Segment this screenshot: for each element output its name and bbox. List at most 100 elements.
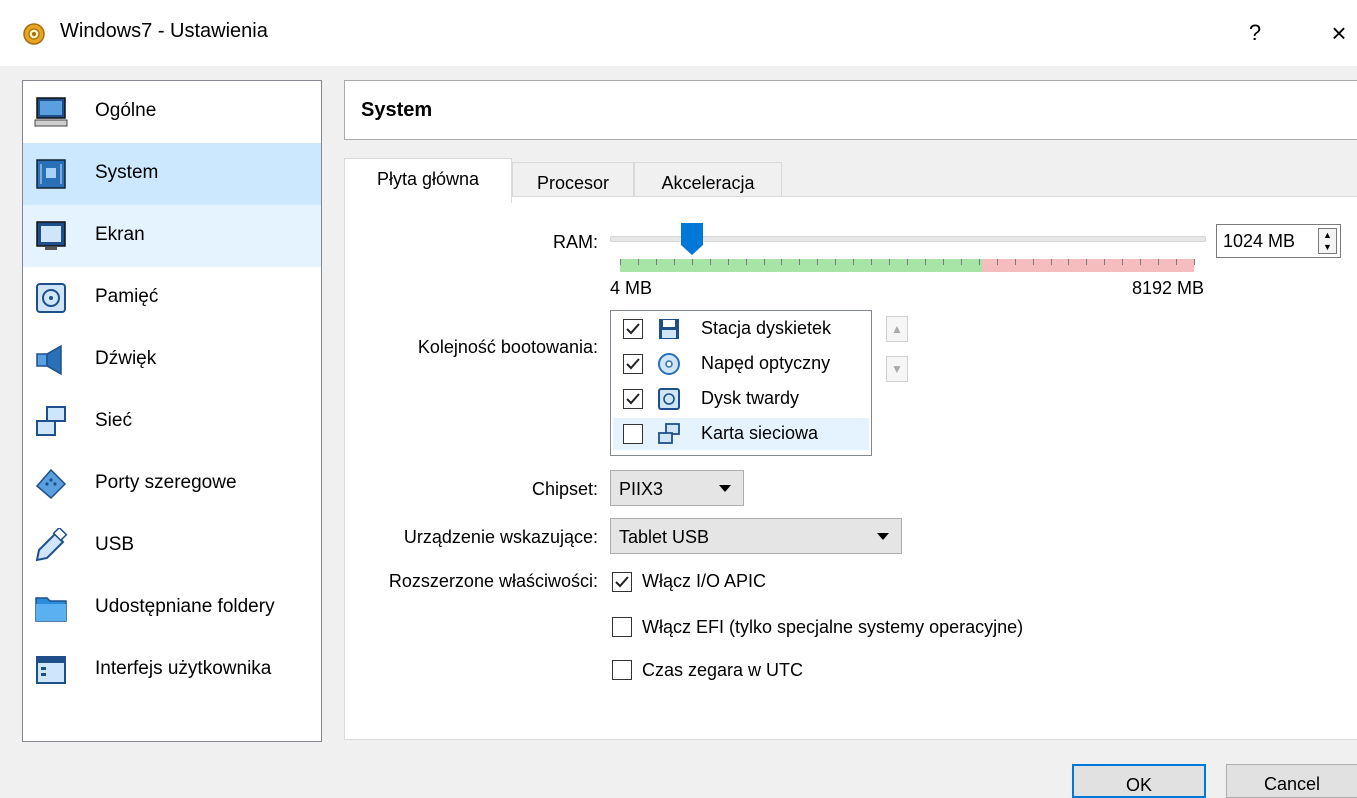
- chipset-combo[interactable]: PIIX3: [610, 470, 744, 506]
- boot-checkbox-network[interactable]: [623, 424, 643, 444]
- pointing-device-label: Urządzenie wskazujące:: [403, 527, 598, 547]
- ok-label: OK: [1125, 775, 1152, 795]
- sidebar-item-usb[interactable]: USB: [23, 515, 321, 577]
- close-button[interactable]: ×: [1322, 16, 1356, 50]
- move-up-button[interactable]: ▲: [886, 316, 908, 342]
- ram-tick: [979, 259, 980, 265]
- utc-clock-checkbox[interactable]: [612, 660, 632, 680]
- spin-up-icon[interactable]: ▲: [1319, 229, 1336, 241]
- ram-tick: [1086, 259, 1087, 265]
- boot-item-label: Napęd optyczny: [701, 353, 831, 373]
- ram-tick: [674, 259, 675, 265]
- chevron-down-icon: [719, 485, 731, 492]
- tab-label: Procesor: [536, 173, 610, 193]
- boot-item-floppy[interactable]: Stacja dyskietek: [613, 313, 869, 345]
- sidebar-item-label: Ogólne: [95, 100, 157, 121]
- sidebar-item-general[interactable]: Ogólne: [23, 81, 321, 143]
- sidebar-item-network[interactable]: Sieć: [23, 391, 321, 453]
- ram-tick: [1015, 259, 1016, 265]
- boot-checkbox-optical[interactable]: [623, 354, 643, 374]
- boot-checkbox-floppy[interactable]: [623, 319, 643, 339]
- cancel-label: Cancel: [1263, 774, 1321, 794]
- ram-max-label: 8192 MB: [1131, 278, 1204, 298]
- boot-item-label: Dysk twardy: [701, 388, 800, 408]
- display-icon: [36, 221, 66, 250]
- boot-item-optical[interactable]: Napęd optyczny: [613, 348, 869, 380]
- ram-tick: [817, 259, 818, 265]
- sidebar-item-audio[interactable]: Dźwięk: [23, 329, 321, 391]
- sidebar-item-label: Ekran: [95, 224, 145, 245]
- ram-label: RAM:: [553, 232, 598, 252]
- boot-checkbox-hard-disk[interactable]: [623, 389, 643, 409]
- boot-order-label: Kolejność bootowania:: [417, 337, 598, 357]
- sidebar-item-serial-ports[interactable]: Porty szeregowe: [23, 453, 321, 515]
- ram-tick: [943, 259, 944, 265]
- ram-tick: [620, 259, 621, 265]
- io-apic-label[interactable]: Włącz I/O APIC: [642, 571, 766, 592]
- tab-label: Płyta główna: [376, 169, 480, 189]
- optical-disc-icon: [658, 353, 680, 375]
- motherboard-icon: [36, 159, 66, 189]
- ram-spinbox[interactable]: 1024 MB ▲ ▼: [1216, 224, 1341, 258]
- ram-tick: [692, 259, 693, 265]
- ram-tick: [961, 259, 962, 265]
- tab-motherboard[interactable]: Płyta główna: [344, 158, 512, 203]
- cancel-button[interactable]: Cancel: [1226, 764, 1357, 798]
- hard-disk-icon: [36, 283, 66, 313]
- io-apic-checkbox[interactable]: [612, 572, 632, 592]
- ram-tick: [1051, 259, 1052, 265]
- speaker-icon: [36, 344, 62, 376]
- ram-tick: [1140, 259, 1141, 265]
- help-button[interactable]: ?: [1238, 16, 1272, 50]
- ram-tick: [764, 259, 765, 265]
- serial-port-icon: [35, 468, 67, 500]
- sidebar-item-system[interactable]: System: [23, 143, 321, 205]
- ram-tick: [835, 259, 836, 265]
- ram-tick: [656, 259, 657, 265]
- sidebar-item-user-interface[interactable]: Interfejs użytkownika: [23, 639, 321, 701]
- ram-slider-thumb[interactable]: [680, 222, 704, 256]
- network-card-icon: [658, 423, 680, 444]
- ram-tick: [710, 259, 711, 265]
- extended-features-label: Rozszerzone właściwości:: [388, 571, 598, 591]
- boot-order-list: Stacja dyskietek Napęd optyczny Dysk twa…: [610, 310, 872, 456]
- ram-value: 1024 MB: [1223, 231, 1296, 251]
- page-title: System: [361, 99, 433, 121]
- sidebar-item-storage[interactable]: Pamięć: [23, 267, 321, 329]
- move-down-button[interactable]: ▼: [886, 356, 908, 382]
- efi-label[interactable]: Włącz EFI (tylko specjalne systemy opera…: [642, 617, 1023, 638]
- floppy-icon: [659, 319, 679, 339]
- pointing-device-combo[interactable]: Tablet USB: [610, 518, 902, 554]
- ram-tick: [1068, 259, 1069, 265]
- title-bar: Windows7 - Ustawienia ? ×: [0, 0, 1357, 66]
- tab-panel: [344, 196, 1357, 740]
- hard-disk-icon: [658, 388, 680, 410]
- ram-tick: [871, 259, 872, 265]
- sidebar-item-label: USB: [95, 534, 135, 555]
- sidebar-item-shared-folders[interactable]: Udostępniane foldery: [23, 577, 321, 639]
- section-header: System: [344, 80, 1357, 140]
- boot-item-hard-disk[interactable]: Dysk twardy: [613, 383, 869, 415]
- spin-down-icon[interactable]: ▼: [1319, 241, 1336, 253]
- ram-warning-range: [982, 259, 1194, 272]
- ram-tick: [799, 259, 800, 265]
- ram-tick: [925, 259, 926, 265]
- boot-item-network[interactable]: Karta sieciowa: [613, 418, 869, 450]
- network-icon: [36, 406, 66, 436]
- sidebar-item-label: Interfejs użytkownika: [95, 658, 272, 679]
- ram-min-label: 4 MB: [610, 278, 653, 298]
- ram-tick: [889, 259, 890, 265]
- sidebar-item-display[interactable]: Ekran: [23, 205, 321, 267]
- ok-button[interactable]: OK: [1072, 764, 1206, 798]
- ram-tick: [1104, 259, 1105, 265]
- window-title: Windows7 - Ustawienia: [60, 20, 268, 42]
- ram-tick: [1033, 259, 1034, 265]
- pointing-device-value: Tablet USB: [619, 527, 710, 547]
- utc-clock-label[interactable]: Czas zegara w UTC: [642, 660, 803, 681]
- ram-spin-buttons[interactable]: ▲ ▼: [1318, 228, 1337, 254]
- folder-icon: [35, 597, 67, 622]
- efi-checkbox[interactable]: [612, 617, 632, 637]
- tab-label: Akceleracja: [661, 173, 755, 193]
- usb-icon: [35, 528, 68, 562]
- boot-item-label: Stacja dyskietek: [701, 318, 832, 338]
